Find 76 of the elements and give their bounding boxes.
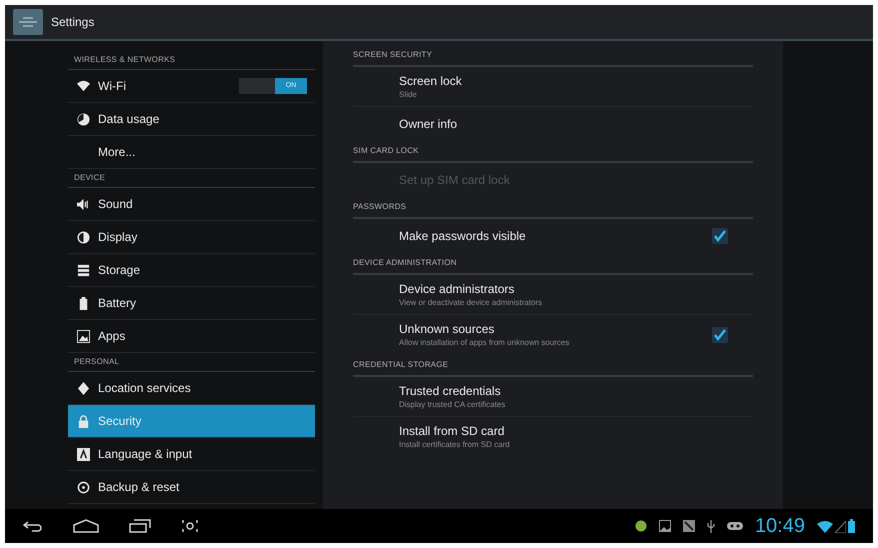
preference-title: Unknown sources — [399, 322, 496, 337]
sidebar-item[interactable]: Language & input — [68, 438, 315, 471]
preference-title: Owner info — [399, 116, 458, 132]
gamepad-icon[interactable] — [726, 521, 743, 531]
preference-summary: View or deactivate device administrators — [399, 296, 544, 308]
settings-app-icon[interactable] — [13, 9, 43, 35]
speaker-icon — [76, 198, 90, 210]
battery-icon — [848, 519, 855, 533]
android-icon[interactable] — [634, 520, 647, 532]
sidebar-label: Security — [98, 413, 142, 430]
sidebar-label: Display — [98, 229, 138, 246]
sidebar-item[interactable]: Apps — [68, 320, 315, 353]
sidebar-item[interactable]: Storage — [68, 254, 315, 287]
sidebar-label: Language & input — [98, 446, 194, 463]
sidebar-label: Backup & reset — [98, 479, 180, 496]
preference-item[interactable]: Install from SD card Install certificates from SD card — [353, 417, 753, 457]
preference-title: Screen lock — [399, 74, 463, 88]
preference-item[interactable]: Unknown sources Allow installation of apps from unknown sources — [353, 315, 753, 355]
back-icon[interactable] — [23, 520, 43, 532]
sidebar-item[interactable]: Data usage — [68, 103, 315, 136]
lock-icon — [76, 414, 90, 428]
apps-icon — [76, 330, 90, 342]
sidebar-label: Location services — [98, 380, 192, 397]
checkbox[interactable] — [711, 326, 729, 344]
clock: 10:49 — [754, 516, 805, 536]
storage-icon — [76, 264, 90, 276]
brightness-icon — [76, 230, 90, 244]
preference-summary: Install certificates from SD card — [399, 439, 511, 450]
recent-apps-icon[interactable] — [129, 519, 151, 533]
backup-icon — [76, 480, 90, 494]
preference-title: Device administrators — [399, 282, 516, 296]
location-icon — [76, 382, 90, 394]
preference-title: Set up SIM card lock — [399, 172, 511, 188]
signal-icon — [835, 521, 846, 533]
preference-title: Trusted credentials — [399, 384, 502, 398]
wifi-icon — [76, 80, 90, 92]
sidebar-label: Storage — [98, 262, 142, 279]
sidebar-item[interactable]: Sound — [68, 188, 315, 221]
checkbox[interactable] — [711, 227, 729, 245]
preference-summary: Slide — [399, 88, 418, 100]
screenshot-icon[interactable] — [181, 519, 199, 533]
preference-summary: Display trusted CA certificates — [399, 398, 506, 410]
sidebar-item[interactable]: Display — [68, 221, 315, 254]
home-icon[interactable] — [73, 519, 99, 533]
section-header: DEVICE ADMINISTRATION — [353, 257, 457, 269]
sidebar-item[interactable]: Backup & reset — [68, 471, 315, 504]
sidebar-label: More... — [98, 144, 136, 161]
sidebar-item[interactable]: More... — [68, 136, 315, 169]
preference-item[interactable]: Make passwords visible — [353, 219, 753, 253]
section-header: CREDENTIAL STORAGE — [353, 359, 448, 371]
section-header: WIRELESS & NETWORKS — [74, 54, 176, 66]
section-header: PERSONAL — [74, 356, 120, 368]
preference-item[interactable]: Screen lock Slide — [353, 67, 753, 107]
preference-summary: Allow installation of apps from unknown sources — [399, 337, 570, 348]
picture-icon[interactable] — [682, 520, 695, 532]
usb-icon[interactable] — [706, 520, 715, 532]
preference-item[interactable]: Device administrators View or deactivate device administrators — [353, 275, 753, 315]
app-title: Settings — [51, 14, 94, 31]
sidebar-label: Data usage — [98, 111, 160, 128]
sidebar-label: Apps — [98, 328, 126, 345]
sidebar-label: Wi-Fi — [98, 78, 127, 95]
preference-item[interactable]: Owner info — [353, 107, 753, 141]
keyboard-icon — [76, 448, 90, 460]
pie-icon — [76, 112, 90, 126]
section-header: SCREEN SECURITY — [353, 49, 432, 61]
section-header: DEVICE — [74, 172, 105, 184]
sidebar-label: Sound — [98, 196, 134, 213]
section-header: PASSWORDS — [353, 201, 406, 213]
preference-item[interactable]: Trusted credentials Display trusted CA certificates — [353, 377, 753, 417]
sidebar-item[interactable]: Battery — [68, 287, 315, 320]
section-header: SIM CARD LOCK — [353, 145, 419, 157]
preference-title: Make passwords visible — [399, 228, 527, 244]
image-icon[interactable] — [658, 520, 671, 532]
sidebar-label: Battery — [98, 295, 138, 312]
wifi-icon — [817, 521, 833, 533]
preference-title: Install from SD card — [399, 424, 506, 439]
